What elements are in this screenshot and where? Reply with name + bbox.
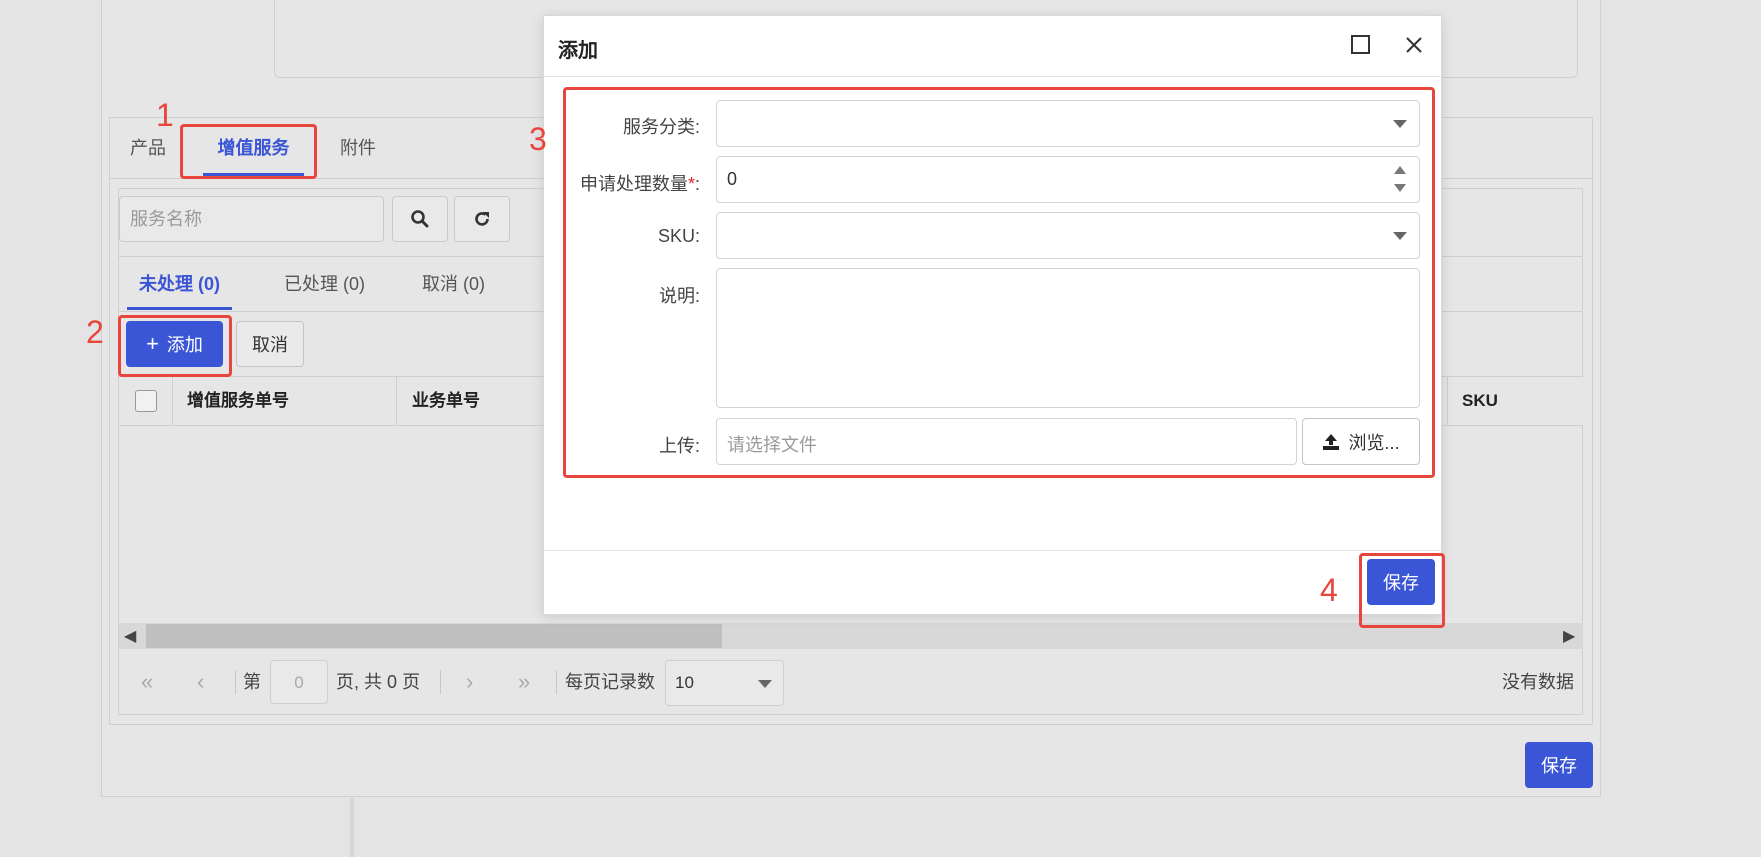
- annotation-box-3: [563, 87, 1435, 478]
- refresh-button[interactable]: [454, 196, 510, 242]
- column-divider: [1447, 377, 1448, 425]
- no-data-text: 没有数据: [1502, 672, 1574, 692]
- subtab-unprocessed[interactable]: 未处理 (0): [127, 256, 232, 312]
- maximize-icon[interactable]: [1351, 35, 1370, 54]
- total-pages-value: 0: [387, 672, 398, 692]
- scroll-right-icon[interactable]: ▶: [1563, 626, 1575, 646]
- column-header-service-no[interactable]: 增值服务单号: [187, 377, 289, 425]
- subtab-processed[interactable]: 已处理 (0): [284, 256, 365, 312]
- scroll-left-icon[interactable]: ◀: [124, 626, 136, 646]
- page-save-button[interactable]: 保存: [1525, 742, 1593, 788]
- per-page-value: 10: [675, 673, 694, 692]
- annotation-number-3: 3: [529, 121, 547, 157]
- column-divider: [172, 377, 173, 425]
- prev-page-icon[interactable]: ‹: [197, 650, 204, 714]
- total-suffix-text: 页: [402, 672, 421, 692]
- page-total-label: 页, 共 0 页: [336, 650, 420, 714]
- search-button[interactable]: [392, 196, 448, 242]
- search-icon: [411, 210, 429, 228]
- per-page-select[interactable]: 10: [665, 660, 784, 706]
- column-divider: [396, 377, 397, 425]
- pager-separator: [440, 670, 441, 694]
- tab-attachments[interactable]: 附件: [340, 117, 376, 179]
- annotation-number-1: 1: [156, 97, 174, 133]
- annotation-number-2: 2: [86, 314, 104, 350]
- close-icon[interactable]: [1404, 35, 1424, 55]
- next-page-icon[interactable]: ›: [466, 650, 473, 714]
- scrollbar-thumb[interactable]: [146, 624, 722, 648]
- refresh-icon: [475, 212, 489, 226]
- sidebar-edge: [350, 798, 354, 857]
- modal-header: [543, 15, 1442, 77]
- column-header-sku[interactable]: SKU: [1462, 377, 1498, 425]
- last-page-icon[interactable]: »: [518, 650, 530, 714]
- chevron-down-icon: [758, 680, 772, 688]
- subtab-cancelled[interactable]: 取消 (0): [422, 256, 485, 312]
- annotation-box-4: [1359, 553, 1445, 628]
- cancel-button[interactable]: 取消: [236, 321, 304, 367]
- annotation-box-1: [180, 124, 317, 179]
- pager-separator: [556, 670, 557, 694]
- per-page-label: 每页记录数: [565, 672, 655, 692]
- annotation-number-4: 4: [1320, 572, 1338, 608]
- pager-separator: [235, 670, 236, 694]
- page-prefix-label: 第: [243, 672, 261, 692]
- page-number-input[interactable]: 0: [270, 660, 328, 704]
- select-all-checkbox[interactable]: [135, 390, 157, 412]
- service-name-search-input[interactable]: 服务名称: [119, 196, 384, 242]
- modal-title: 添加: [558, 40, 598, 62]
- annotation-box-2: [118, 315, 232, 377]
- first-page-icon[interactable]: «: [141, 650, 153, 714]
- page-suffix-text: 页, 共: [336, 672, 383, 692]
- modal-footer-divider: [543, 550, 1442, 551]
- column-header-business-no[interactable]: 业务单号: [412, 377, 480, 425]
